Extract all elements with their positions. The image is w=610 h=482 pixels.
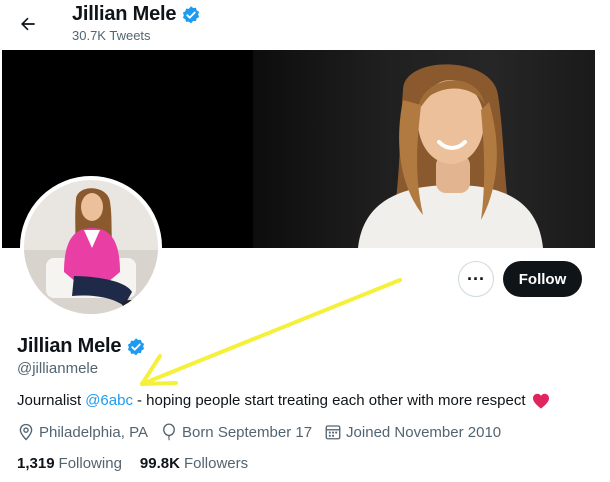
followers-link[interactable]: 99.8K Followers: [140, 455, 248, 472]
profile-bio: Journalist @6abc - hoping people start t…: [17, 392, 550, 409]
avatar[interactable]: [20, 176, 162, 318]
top-header: Jillian Mele 30.7K Tweets: [0, 0, 610, 48]
map-pin-icon: [19, 423, 33, 441]
birthday-text: Born September 17: [181, 423, 313, 441]
following-link[interactable]: 1,319 Following: [17, 455, 122, 472]
profile-name: Jillian Mele: [17, 335, 146, 358]
bio-prefix: Journalist: [17, 392, 82, 409]
banner-portrait-illustration: [358, 64, 543, 248]
joined-item: Joined November 2010: [324, 423, 501, 441]
location-item: Philadelphia, PA: [17, 423, 148, 441]
banner-photo: [253, 50, 595, 248]
balloon-icon: [163, 423, 175, 441]
profile-display-name: Jillian Mele: [17, 335, 122, 357]
header-name: Jillian Mele: [72, 3, 177, 25]
location-text: Philadelphia, PA: [39, 423, 148, 441]
following-count: 1,319: [17, 455, 55, 472]
tweet-count: 30.7K Tweets: [72, 28, 151, 43]
red-heart-icon: [532, 393, 550, 409]
followers-label: Followers: [183, 455, 249, 472]
followers-count: 99.8K: [139, 455, 180, 472]
calendar-icon: [325, 425, 341, 440]
joined-text: Joined November 2010: [346, 423, 502, 441]
bio-mention-link[interactable]: @6abc: [85, 392, 133, 409]
birthday-item: Born September 17: [160, 423, 312, 441]
more-options-button[interactable]: ···: [458, 261, 494, 297]
header-title: Jillian Mele: [72, 3, 201, 26]
bio-suffix: - hoping people start treating each othe…: [136, 392, 526, 409]
verified-badge-icon: [183, 5, 200, 23]
follow-stats: 1,319 Following 99.8K Followers: [17, 455, 266, 472]
profile-handle: @jillianmele: [17, 360, 99, 377]
profile-meta: Philadelphia, PA Born September 17 Joine…: [17, 423, 513, 441]
follow-button[interactable]: Follow: [503, 261, 582, 297]
following-label: Following: [58, 455, 122, 472]
avatar-illustration: [24, 180, 158, 314]
arrow-left-icon: [21, 17, 35, 31]
more-options-icon: ···: [467, 268, 485, 289]
back-button[interactable]: [10, 6, 46, 42]
verified-badge-icon: [128, 337, 145, 355]
